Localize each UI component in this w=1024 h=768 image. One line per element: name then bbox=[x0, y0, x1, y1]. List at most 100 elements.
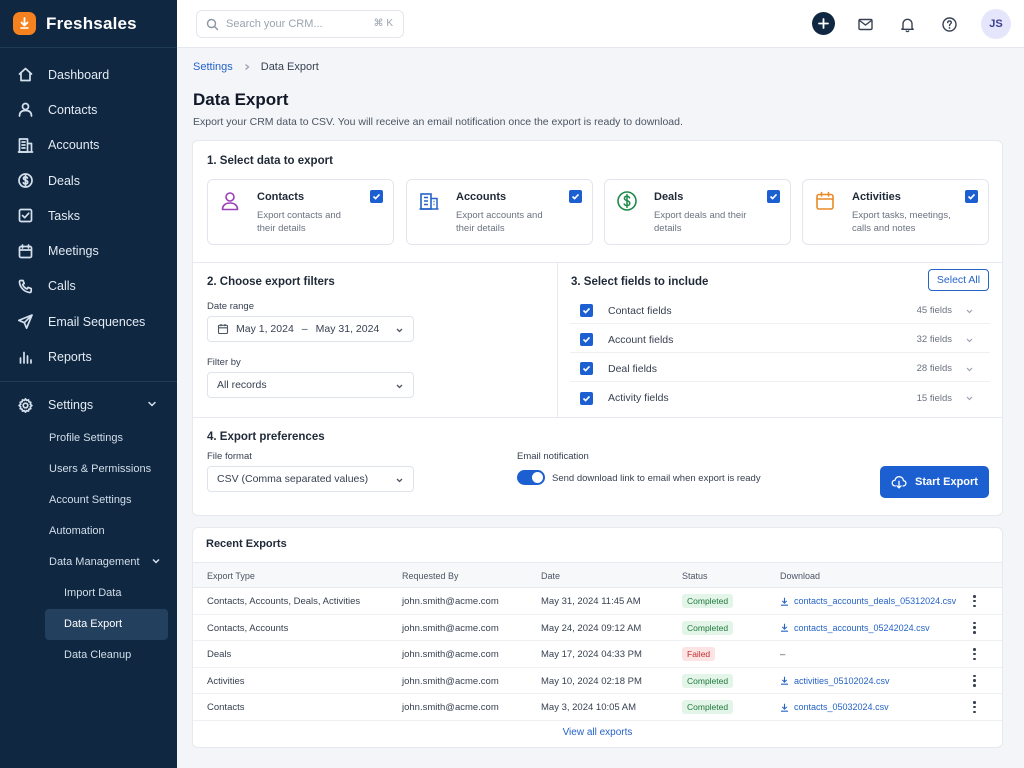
email-notification-text: Send download link to email when export … bbox=[552, 473, 761, 484]
activity-fields-checkbox[interactable] bbox=[580, 391, 593, 405]
email-notification-label: Email notification bbox=[517, 451, 589, 462]
column-header-export-type: Export Type bbox=[207, 571, 255, 581]
sidebar-item-label: Settings bbox=[48, 398, 94, 413]
field-group-count: 45 fields bbox=[916, 305, 952, 316]
search-box[interactable]: ⌘ K bbox=[196, 10, 404, 38]
create-new-button[interactable] bbox=[812, 12, 835, 35]
contact-fields-checkbox[interactable] bbox=[580, 304, 593, 317]
select-all-button[interactable]: Select All bbox=[928, 269, 989, 291]
breadcrumb-settings-link[interactable]: Settings bbox=[193, 61, 233, 73]
brand[interactable]: Freshsales bbox=[0, 0, 177, 48]
chevron-down-icon[interactable] bbox=[965, 394, 974, 403]
sidebar-subitem-data-cleanup[interactable]: Data Cleanup bbox=[0, 640, 177, 671]
data-type-card-activities[interactable]: Activities Export tasks, meetings, calls… bbox=[802, 179, 989, 245]
sidebar-item-tasks[interactable]: Tasks bbox=[0, 198, 177, 233]
date-end: May 31, 2024 bbox=[315, 323, 380, 335]
sidebar-subitem-data-management[interactable]: Data Management bbox=[0, 547, 177, 578]
download-link[interactable]: contacts_accounts_05242024.csv bbox=[780, 623, 930, 633]
building-icon bbox=[419, 193, 439, 210]
cell-date: May 24, 2024 09:12 AM bbox=[541, 622, 642, 634]
data-type-desc: Export tasks, meetings, calls and notes bbox=[852, 210, 951, 234]
data-type-card-deals[interactable]: Deals Export deals and their details bbox=[604, 179, 791, 245]
chevron-down-icon bbox=[396, 384, 403, 389]
sidebar-item-settings[interactable]: Settings bbox=[0, 388, 177, 423]
calendar-icon bbox=[18, 243, 33, 258]
chevron-down-icon[interactable] bbox=[965, 307, 974, 316]
download-link[interactable]: activities_05102024.csv bbox=[780, 676, 890, 686]
freshsales-logo-icon bbox=[13, 12, 36, 35]
section-fields-title: 3. Select fields to include bbox=[571, 276, 709, 288]
view-all-exports-link[interactable]: View all exports bbox=[193, 727, 1002, 738]
filter-by-select[interactable]: All records bbox=[207, 372, 414, 398]
section-select-data-title: 1. Select data to export bbox=[207, 155, 333, 167]
accounts-checkbox[interactable] bbox=[569, 190, 582, 203]
download-link[interactable]: contacts_accounts_deals_05312024.csv bbox=[780, 596, 956, 606]
table-row: Deals john.smith@acme.com May 17, 2024 0… bbox=[193, 641, 1002, 668]
sidebar-subitem-data-export[interactable]: Data Export bbox=[45, 608, 168, 640]
cell-requested-by: john.smith@acme.com bbox=[402, 702, 499, 713]
notifications-button[interactable] bbox=[895, 12, 919, 36]
sidebar-item-email-sequences[interactable]: Email Sequences bbox=[0, 304, 177, 339]
sidebar-item-calls[interactable]: Calls bbox=[0, 269, 177, 304]
sidebar-item-label: Dashboard bbox=[48, 67, 110, 82]
sidebar-item-label: Tasks bbox=[48, 208, 80, 223]
download-filename: contacts_accounts_05242024.csv bbox=[794, 622, 930, 633]
field-row-activity[interactable]: Activity fields 15 fields bbox=[570, 385, 990, 411]
sidebar-item-dashboard[interactable]: Dashboard bbox=[0, 57, 177, 92]
download-filename: activities_05102024.csv bbox=[794, 675, 890, 686]
account-fields-checkbox[interactable] bbox=[580, 333, 593, 346]
activities-checkbox[interactable] bbox=[965, 190, 978, 203]
sidebar-item-deals[interactable]: Deals bbox=[0, 163, 177, 198]
sidebar-subitem-users-permissions[interactable]: Users & Permissions bbox=[0, 454, 177, 485]
search-input[interactable] bbox=[226, 18, 356, 30]
sidebar-subitem-profile-settings[interactable]: Profile Settings bbox=[0, 423, 177, 454]
sidebar-item-contacts[interactable]: Contacts bbox=[0, 92, 177, 127]
status-badge: Failed bbox=[682, 647, 716, 661]
row-actions-menu-icon[interactable] bbox=[973, 648, 976, 660]
chevron-down-icon[interactable] bbox=[965, 365, 974, 374]
sidebar-subitem-account-settings[interactable]: Account Settings bbox=[0, 485, 177, 516]
field-row-contact[interactable]: Contact fields 45 fields bbox=[570, 298, 990, 324]
start-export-button[interactable]: Start Export bbox=[880, 466, 989, 498]
row-actions-menu-icon[interactable] bbox=[973, 674, 976, 687]
sidebar-subitem-automation[interactable]: Automation bbox=[0, 516, 177, 547]
help-button[interactable] bbox=[937, 12, 961, 36]
email-notification-toggle[interactable] bbox=[517, 470, 545, 485]
data-type-card-accounts[interactable]: Accounts Export accounts and their detai… bbox=[406, 179, 593, 245]
field-group-count: 32 fields bbox=[916, 334, 952, 345]
download-link[interactable]: contacts_05032024.csv bbox=[780, 702, 889, 712]
sidebar-item-accounts[interactable]: Accounts bbox=[0, 128, 177, 163]
row-actions-menu-icon[interactable] bbox=[973, 595, 976, 607]
field-group-name: Deal fields bbox=[608, 362, 658, 375]
row-actions-menu-icon[interactable] bbox=[973, 621, 976, 634]
field-row-account[interactable]: Account fields 32 fields bbox=[570, 327, 990, 353]
sidebar-item-meetings[interactable]: Meetings bbox=[0, 233, 177, 268]
data-type-card-contacts[interactable]: Contacts Export contacts and their detai… bbox=[207, 179, 394, 245]
sidebar-item-label: Accounts bbox=[48, 138, 100, 153]
download-empty: – bbox=[780, 649, 786, 660]
mail-button[interactable] bbox=[853, 12, 877, 36]
sidebar-item-reports[interactable]: Reports bbox=[0, 339, 177, 374]
field-row-deal[interactable]: Deal fields 28 fields bbox=[570, 356, 990, 382]
deal-fields-checkbox[interactable] bbox=[580, 362, 593, 375]
user-avatar[interactable]: JS bbox=[981, 9, 1011, 39]
row-actions-menu-icon[interactable] bbox=[973, 701, 976, 713]
recent-exports-title: Recent Exports bbox=[206, 538, 287, 550]
file-format-select[interactable]: CSV (Comma separated values) bbox=[207, 466, 414, 492]
sidebar-subitem-import-data[interactable]: Import Data bbox=[0, 578, 177, 609]
deals-checkbox[interactable] bbox=[767, 190, 780, 203]
contacts-checkbox[interactable] bbox=[370, 190, 383, 203]
check-icon bbox=[582, 307, 591, 314]
cell-export-type: Contacts, Accounts, Deals, Activities bbox=[207, 596, 361, 607]
sidebar-item-label: Contacts bbox=[48, 102, 98, 117]
sidebar-item-label: Deals bbox=[48, 173, 80, 188]
chevron-down-icon bbox=[396, 328, 403, 333]
chevron-down-icon bbox=[148, 401, 156, 406]
chevron-down-icon bbox=[152, 558, 160, 564]
date-range-picker[interactable]: May 1, 2024 – May 31, 2024 bbox=[207, 316, 414, 342]
chevron-down-icon[interactable] bbox=[965, 336, 974, 345]
gear-icon bbox=[18, 397, 33, 413]
help-icon bbox=[941, 16, 957, 32]
data-type-title: Deals bbox=[654, 191, 684, 203]
cell-export-type: Contacts bbox=[207, 702, 245, 713]
